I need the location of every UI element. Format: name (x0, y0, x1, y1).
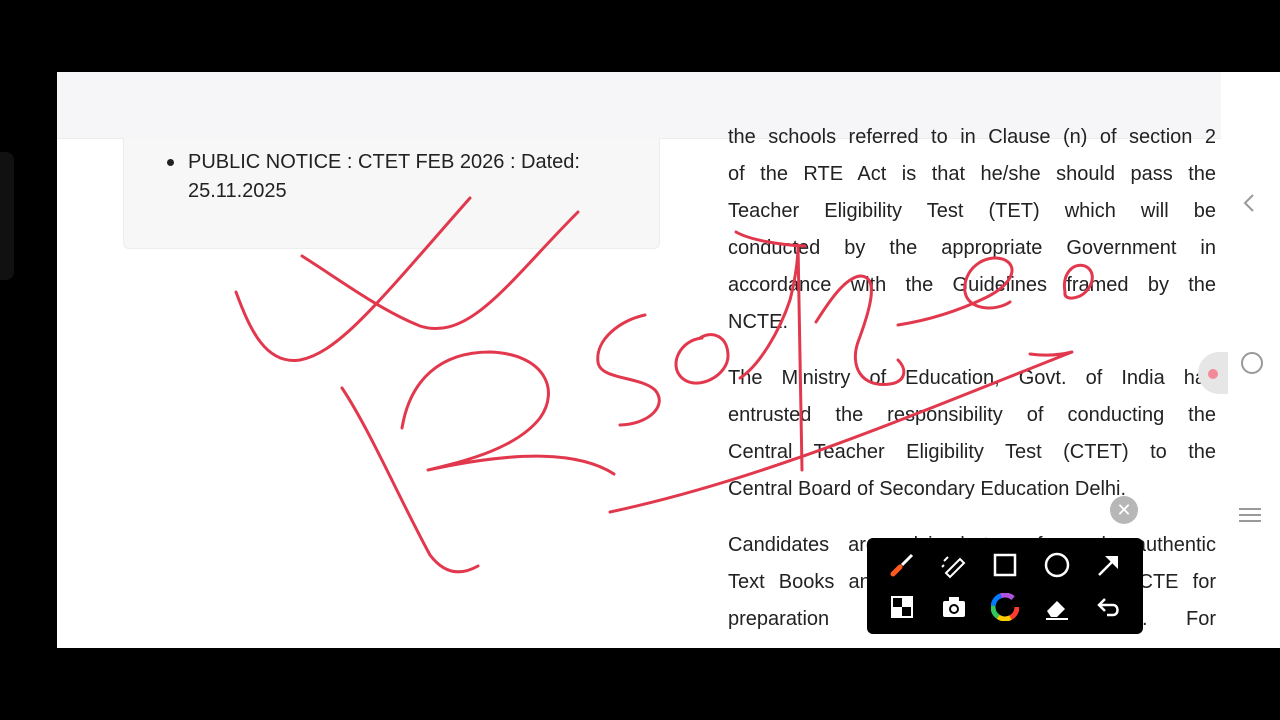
screen-recording-frame: PUBLIC NOTICE : CTET FEB 2026 : Dated: 2… (0, 0, 1280, 720)
public-notice-link[interactable]: PUBLIC NOTICE : CTET FEB 2026 : Dated: 2… (167, 148, 618, 206)
brush-icon[interactable] (887, 550, 917, 580)
paragraph-line: of the RTE Act is that he/she should pas… (728, 163, 1216, 185)
color-wheel-icon[interactable] (990, 592, 1020, 622)
paragraph-line: Central Board of Secondary Education Del… (728, 478, 1127, 500)
edge-panel-handle[interactable] (0, 152, 14, 280)
paragraph-line: Central Teacher Eligibility Test (CTET) … (728, 441, 1216, 463)
highlighter-icon[interactable] (939, 550, 969, 580)
paragraph-line: accordance with the Guidelines framed by… (728, 274, 1216, 296)
paragraph-line: the schools referred to in Clause (n) of… (728, 126, 1216, 148)
mosaic-icon[interactable] (887, 592, 917, 622)
undo-icon[interactable] (1094, 592, 1124, 622)
circle-icon[interactable] (1042, 550, 1072, 580)
arrow-icon[interactable] (1094, 550, 1124, 580)
rectangle-icon[interactable] (990, 550, 1020, 580)
menu-icon[interactable] (1239, 504, 1261, 526)
paragraph-line: Teacher Eligibility Test (TET) which wil… (728, 200, 1216, 222)
close-icon[interactable]: ✕ (1110, 496, 1138, 524)
drawing-toolbar (867, 538, 1143, 634)
paragraph-line: conducted by the appropriate Government … (728, 237, 1216, 259)
paragraph-line: The Ministry of Education, Govt. of Indi… (728, 367, 1216, 389)
camera-icon[interactable] (939, 592, 969, 622)
circle-icon[interactable] (1241, 352, 1263, 374)
eraser-icon[interactable] (1042, 592, 1072, 622)
paragraph-line: entrusted the responsibility of conducti… (728, 404, 1216, 426)
notice-card: PUBLIC NOTICE : CTET FEB 2026 : Dated: 2… (123, 138, 660, 249)
chevron-left-icon[interactable] (1239, 192, 1261, 214)
paragraph-line: NCTE. (728, 311, 788, 333)
